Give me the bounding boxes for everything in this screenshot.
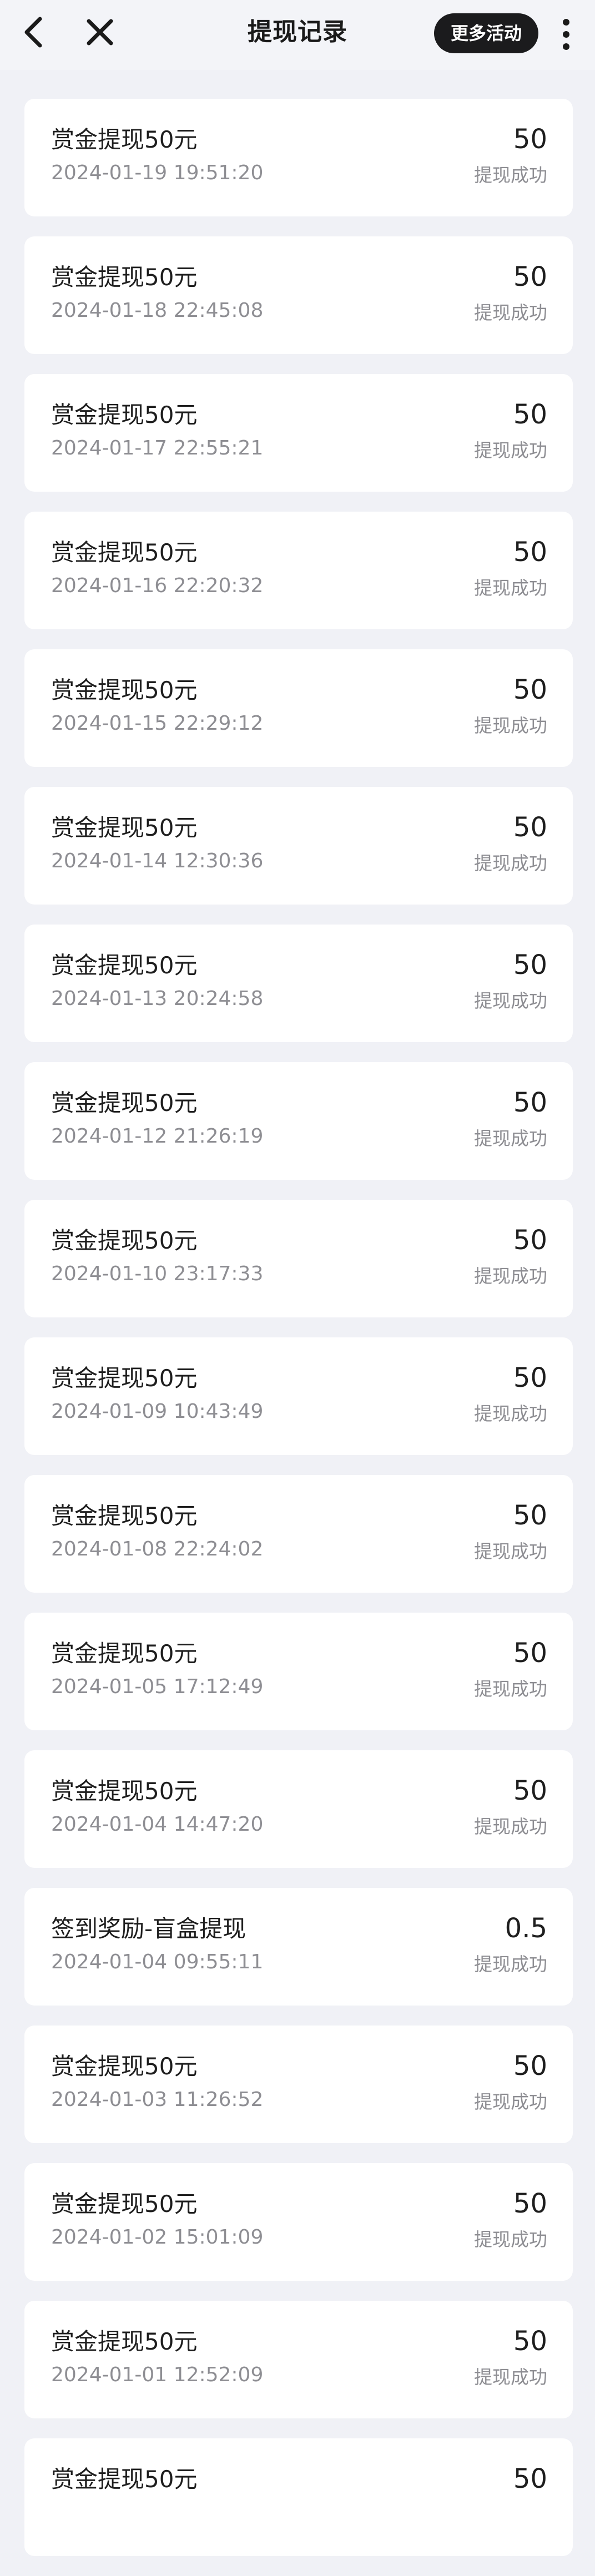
record-card[interactable]: 赏金提现50元 2024-01-16 22:20:32 50 提现成功 — [24, 512, 573, 629]
record-time: 2024-01-03 11:26:52 — [51, 2088, 264, 2111]
record-card[interactable]: 赏金提现50元 2024-01-13 20:24:58 50 提现成功 — [24, 925, 573, 1042]
record-card[interactable]: 赏金提现50元 2024-01-19 19:51:20 50 提现成功 — [24, 99, 573, 216]
close-icon[interactable] — [78, 10, 122, 54]
record-title: 赏金提现50元 — [51, 539, 198, 566]
record-status: 提现成功 — [474, 302, 547, 324]
record-time: 2024-01-10 23:17:33 — [51, 1262, 264, 1285]
record-time: 2024-01-19 19:51:20 — [51, 161, 264, 184]
record-title: 赏金提现50元 — [51, 2053, 198, 2080]
record-title: 赏金提现50元 — [51, 264, 198, 291]
record-amount: 50 — [513, 2188, 547, 2219]
record-amount: 50 — [513, 1775, 547, 1806]
record-card[interactable]: 赏金提现50元 2024-01-02 15:01:09 50 提现成功 — [24, 2163, 573, 2281]
record-time: 2024-01-14 12:30:36 — [51, 850, 264, 872]
record-status: 提现成功 — [474, 1953, 547, 1975]
record-status: 提现成功 — [474, 1678, 547, 1700]
record-status: 提现成功 — [474, 2229, 547, 2250]
record-card[interactable]: 赏金提现50元 2024-01-18 22:45:08 50 提现成功 — [24, 236, 573, 354]
record-card[interactable]: 赏金提现50元 2024-01-15 22:29:12 50 提现成功 — [24, 649, 573, 767]
record-time: 2024-01-08 22:24:02 — [51, 1538, 264, 1560]
record-amount: 50 — [513, 399, 547, 430]
record-amount: 50 — [513, 2463, 547, 2494]
record-card[interactable]: 赏金提现50元 2024-01-14 12:30:36 50 提现成功 — [24, 787, 573, 905]
record-title: 赏金提现50元 — [51, 1365, 198, 1392]
record-status: 提现成功 — [474, 990, 547, 1012]
record-title: 签到奖励-盲盒提现 — [51, 1915, 246, 1942]
vertical-ellipsis-icon[interactable] — [554, 13, 578, 55]
record-title: 赏金提现50元 — [51, 126, 198, 153]
record-title: 赏金提现50元 — [51, 401, 198, 428]
withdrawal-record-list: 赏金提现50元 2024-01-19 19:51:20 50 提现成功 赏金提现… — [24, 99, 573, 2576]
record-card[interactable]: 赏金提现50元 50 — [24, 2438, 573, 2556]
record-card[interactable]: 赏金提现50元 2024-01-01 12:52:09 50 提现成功 — [24, 2301, 573, 2418]
record-time: 2024-01-04 09:55:11 — [51, 1951, 264, 1973]
record-time: 2024-01-18 22:45:08 — [51, 299, 264, 322]
record-card[interactable]: 签到奖励-盲盒提现 2024-01-04 09:55:11 0.5 提现成功 — [24, 1888, 573, 2006]
record-status: 提现成功 — [474, 577, 547, 599]
record-card[interactable]: 赏金提现50元 2024-01-04 14:47:20 50 提现成功 — [24, 1750, 573, 1868]
record-amount: 50 — [513, 949, 547, 981]
record-title: 赏金提现50元 — [51, 2466, 198, 2493]
record-status: 提现成功 — [474, 1128, 547, 1149]
record-time: 2024-01-05 17:12:49 — [51, 1675, 264, 1698]
record-amount: 50 — [513, 1500, 547, 1531]
record-amount: 50 — [513, 812, 547, 843]
record-time: 2024-01-13 20:24:58 — [51, 987, 264, 1010]
record-title: 赏金提现50元 — [51, 1089, 198, 1117]
record-amount: 50 — [513, 1362, 547, 1393]
record-time: 2024-01-15 22:29:12 — [51, 712, 264, 735]
record-time: 2024-01-17 22:55:21 — [51, 437, 264, 459]
record-title: 赏金提现50元 — [51, 1640, 198, 1667]
record-status: 提现成功 — [474, 164, 547, 186]
record-status: 提现成功 — [474, 852, 547, 874]
record-amount: 50 — [513, 2326, 547, 2357]
record-amount: 50 — [513, 1087, 547, 1118]
top-bar: 提现记录 更多活动 — [0, 0, 595, 70]
record-amount: 50 — [513, 674, 547, 705]
record-status: 提现成功 — [474, 1816, 547, 1837]
record-time: 2024-01-02 15:01:09 — [51, 2226, 264, 2249]
record-title: 赏金提现50元 — [51, 2190, 198, 2218]
record-time: 2024-01-04 14:47:20 — [51, 1813, 264, 1836]
record-amount: 50 — [513, 537, 547, 568]
record-time: 2024-01-09 10:43:49 — [51, 1400, 264, 1423]
record-title: 赏金提现50元 — [51, 814, 198, 841]
record-card[interactable]: 赏金提现50元 2024-01-08 22:24:02 50 提现成功 — [24, 1475, 573, 1593]
record-status: 提现成功 — [474, 2091, 547, 2113]
record-status: 提现成功 — [474, 1403, 547, 1425]
record-card[interactable]: 赏金提现50元 2024-01-10 23:17:33 50 提现成功 — [24, 1200, 573, 1317]
record-status: 提现成功 — [474, 440, 547, 461]
record-amount: 0.5 — [505, 1913, 547, 1944]
chevron-left-icon[interactable] — [11, 10, 56, 54]
record-time: 2024-01-16 22:20:32 — [51, 574, 264, 597]
record-title: 赏金提现50元 — [51, 2328, 198, 2355]
record-amount: 50 — [513, 1225, 547, 1256]
record-status: 提现成功 — [474, 1540, 547, 1562]
record-amount: 50 — [513, 124, 547, 155]
record-status: 提现成功 — [474, 1265, 547, 1287]
record-amount: 50 — [513, 1638, 547, 1669]
record-card[interactable]: 赏金提现50元 2024-01-09 10:43:49 50 提现成功 — [24, 1337, 573, 1455]
record-card[interactable]: 赏金提现50元 2024-01-12 21:26:19 50 提现成功 — [24, 1062, 573, 1180]
record-card[interactable]: 赏金提现50元 2024-01-03 11:26:52 50 提现成功 — [24, 2026, 573, 2143]
record-title: 赏金提现50元 — [51, 676, 198, 704]
record-title: 赏金提现50元 — [51, 1777, 198, 1805]
record-amount: 50 — [513, 2050, 547, 2082]
record-time: 2024-01-12 21:26:19 — [51, 1125, 264, 1148]
record-card[interactable]: 赏金提现50元 2024-01-05 17:12:49 50 提现成功 — [24, 1613, 573, 1730]
record-card[interactable]: 赏金提现50元 2024-01-17 22:55:21 50 提现成功 — [24, 374, 573, 492]
record-title: 赏金提现50元 — [51, 1227, 198, 1254]
record-amount: 50 — [513, 261, 547, 292]
record-status: 提现成功 — [474, 715, 547, 736]
record-title: 赏金提现50元 — [51, 952, 198, 979]
record-title: 赏金提现50元 — [51, 1502, 198, 1529]
record-status: 提现成功 — [474, 2366, 547, 2388]
more-activities-button[interactable]: 更多活动 — [434, 13, 538, 53]
record-time: 2024-01-01 12:52:09 — [51, 2363, 264, 2386]
